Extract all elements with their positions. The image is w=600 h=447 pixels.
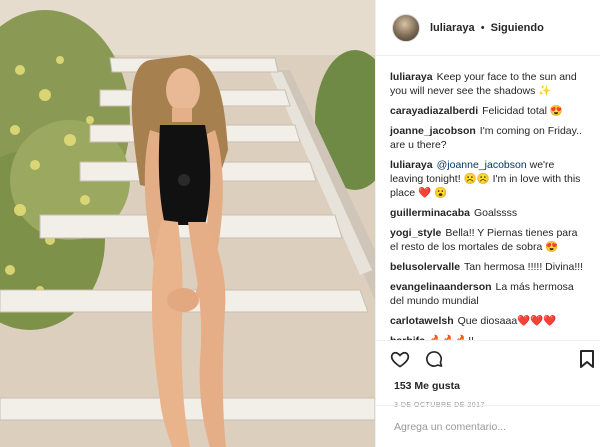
avatar[interactable] [392, 13, 420, 42]
comment-text: Que diosaaa❤️❤️❤️ [457, 315, 557, 327]
speech-bubble-icon[interactable] [424, 349, 444, 369]
following-button[interactable]: Siguiendo [491, 22, 544, 34]
comment-username[interactable]: guillerminacaba [390, 207, 470, 219]
post-username[interactable]: luliaraya [430, 22, 475, 34]
comment-username[interactable]: luliaraya [390, 159, 433, 171]
bookmark-icon[interactable] [580, 350, 594, 368]
comment-username[interactable]: evangelinaanderson [390, 281, 492, 293]
comment-item: luliaraya @joanne_jacobson we're leaving … [390, 158, 586, 200]
comment-username[interactable]: belusolervalle [390, 261, 460, 273]
header-text: luliaraya • Siguiendo [430, 22, 544, 34]
action-bar [376, 340, 600, 376]
comment-text: Tan hermosa !!!!! Divina!!! [464, 261, 584, 273]
comment-item: carayadiazalberdi Felicidad total 😍 [390, 104, 586, 118]
comment-item: luliaraya Keep your face to the sun and y… [390, 70, 586, 98]
post-header: luliaraya • Siguiendo [376, 0, 600, 56]
comment-item: yogi_style Bella!! Y Piernas tienes para … [390, 226, 586, 254]
heart-icon[interactable] [390, 349, 410, 369]
photo-illustration [0, 0, 375, 447]
add-comment-input[interactable] [394, 420, 582, 433]
likes-count[interactable]: 153 Me gusta [376, 376, 600, 392]
post-side-panel: luliaraya • Siguiendo luliaraya Keep your… [375, 0, 600, 447]
comment-item: guillerminacaba Goalssss [390, 206, 586, 220]
comment-item: carlotawelsh Que diosaaa❤️❤️❤️ [390, 314, 586, 328]
comment-username[interactable]: joanne_jacobson [390, 125, 476, 137]
comment-item: evangelinaanderson La más hermosa del mun… [390, 280, 586, 308]
comment-username[interactable]: carlotawelsh [390, 315, 454, 327]
header-separator: • [480, 21, 485, 34]
comments-list[interactable]: luliaraya Keep your face to the sun and y… [376, 56, 600, 340]
comment-text: Felicidad total 😍 [482, 105, 563, 117]
comment-username[interactable]: carayadiazalberdi [390, 105, 478, 117]
comment-text: Goalssss [473, 207, 518, 219]
comment-mention[interactable]: @joanne_jacobson [437, 159, 527, 171]
comment-username[interactable]: yogi_style [390, 227, 441, 239]
comment-username[interactable]: luliaraya [390, 71, 433, 83]
comment-item: belusolervalle Tan hermosa !!!!! Divina!!… [390, 260, 586, 274]
post-photo[interactable] [0, 0, 375, 447]
comment-item: joanne_jacobson I'm coming on Friday.. ar… [390, 124, 586, 152]
add-comment-bar [376, 405, 600, 447]
